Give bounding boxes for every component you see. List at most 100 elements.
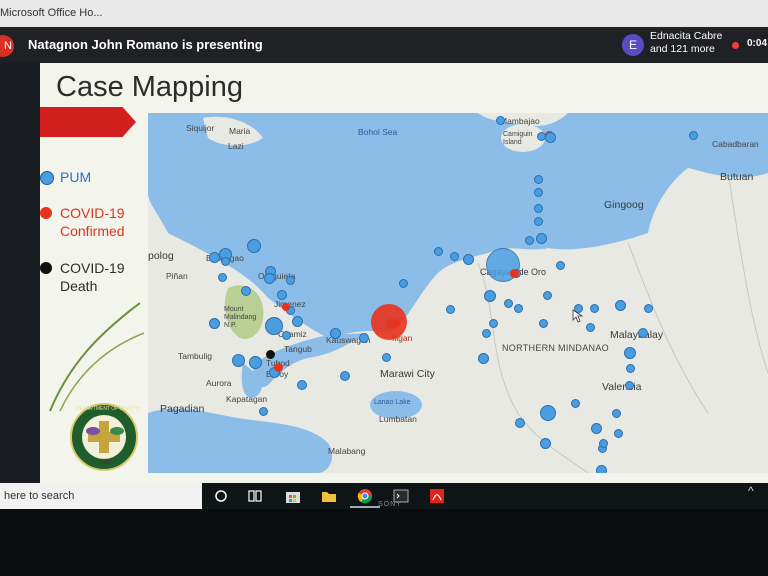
pum-case-marker[interactable] [398,278,408,288]
pum-case-marker[interactable] [208,251,220,263]
pum-case-marker[interactable] [539,437,551,449]
pum-case-marker[interactable] [495,115,505,125]
pum-case-marker[interactable] [277,290,287,300]
pum-case-marker[interactable] [590,422,602,434]
map-label: Lumbatan [379,414,417,424]
pum-case-marker[interactable] [624,347,636,359]
pum-case-marker[interactable] [258,406,268,416]
chrome-icon[interactable] [356,487,374,505]
map-label: Malabang [328,446,366,456]
pum-case-marker[interactable] [484,290,496,302]
map-label: Bohol Sea [358,127,398,137]
pum-case-marker[interactable] [598,438,608,448]
map-label: polog [148,250,174,262]
pum-case-marker[interactable] [611,408,621,418]
pum-case-marker[interactable] [544,131,556,143]
pum-case-marker[interactable] [542,290,552,300]
pum-case-marker[interactable] [533,187,543,197]
pum-case-marker[interactable] [533,216,543,226]
pum-case-marker[interactable] [381,352,391,362]
seal-text-year: 1898 [98,460,112,466]
pum-case-marker[interactable] [589,303,599,313]
pum-case-marker[interactable] [535,232,547,244]
pum-case-marker[interactable] [515,418,525,428]
presenter-avatar: N [0,35,14,57]
participant-name: Ednacita Cabre [650,30,723,42]
pum-case-marker[interactable] [241,286,251,296]
pum-case-marker[interactable] [613,428,623,438]
pum-case-marker[interactable] [329,327,341,339]
map-label: Kapatagan [226,394,268,404]
confirmed-case-marker[interactable] [371,304,407,340]
confirmed-case-marker[interactable] [509,268,519,278]
pum-case-marker[interactable] [570,398,580,408]
confirmed-legend-dot-icon [40,207,52,219]
task-view-icon[interactable] [246,487,264,505]
acrobat-icon[interactable] [428,487,446,505]
pum-case-marker[interactable] [281,330,291,340]
pum-case-marker[interactable] [445,304,455,314]
pum-case-marker[interactable] [524,235,534,245]
pum-case-marker[interactable] [585,322,595,332]
system-tray-chevron-up-icon[interactable]: ^ [748,484,754,498]
confirmed-case-marker[interactable] [273,362,283,372]
participant-summary[interactable]: Ednacita Cabre and 121 more [650,30,722,56]
confirmed-case-marker[interactable] [390,318,400,328]
pum-case-marker[interactable] [503,298,513,308]
pum-case-marker[interactable] [540,405,556,421]
pum-case-marker[interactable] [265,317,283,335]
pum-case-marker[interactable] [220,256,230,266]
pum-case-marker[interactable] [340,371,350,381]
pum-case-marker[interactable] [248,355,262,369]
pum-case-marker[interactable] [477,352,489,364]
pum-case-marker[interactable] [614,299,626,311]
pum-case-marker[interactable] [595,464,607,473]
seal-text-top: DEPARTMENT OF HEALTH [76,406,139,412]
pum-case-marker[interactable] [624,380,634,390]
pum-case-marker[interactable] [625,363,635,373]
pum-case-marker[interactable] [217,272,227,282]
start-icon[interactable] [212,487,230,505]
taskbar-search-placeholder: here to search [4,490,75,502]
pum-case-marker[interactable] [513,303,523,313]
pum-case-marker[interactable] [488,318,498,328]
pum-case-marker[interactable] [449,251,459,261]
store-icon[interactable] [284,487,302,505]
pum-case-marker[interactable] [555,260,565,270]
death-case-marker[interactable] [265,349,275,359]
browser-tab-title[interactable]: Microsoft Office Ho... [0,7,103,19]
department-of-health-seal: DEPARTMENT OF HEALTH 1898 [70,403,139,471]
case-map[interactable]: Siquijor Maria Lazi Bohol Sea Mambajao C… [148,113,768,473]
map-label: Maria [229,126,251,136]
pum-case-marker[interactable] [285,275,295,285]
pum-case-marker[interactable] [208,317,220,329]
monitor-bezel [0,509,768,576]
legend-label-confirmed: COVID-19 Confirmed [60,205,125,239]
vine-decoration [49,302,145,412]
confirmed-case-marker[interactable] [282,303,290,311]
map-label: Tambulig [178,351,213,361]
legend-label-death: COVID-19 Death [60,260,125,294]
pum-case-marker[interactable] [462,253,474,265]
taskbar-search-box[interactable]: here to search [0,483,202,509]
map-label: Mount Malindang N.P. [224,306,257,329]
pum-case-marker[interactable] [533,203,543,213]
pum-case-marker[interactable] [481,328,491,338]
participant-avatar[interactable]: E [622,34,644,56]
pum-case-marker[interactable] [247,239,261,253]
map-label: Tangub [284,344,312,354]
pum-case-marker[interactable] [643,303,653,313]
pum-case-marker[interactable] [359,333,369,343]
pum-case-marker[interactable] [538,318,548,328]
pum-case-marker[interactable] [533,174,543,184]
pum-case-marker[interactable] [263,272,275,284]
map-label: Mambajao [500,116,540,126]
browser-tab-strip: Microsoft Office Ho... [0,0,768,27]
pum-case-marker[interactable] [297,380,307,390]
pum-case-marker[interactable] [231,353,245,367]
pum-case-marker[interactable] [291,315,303,327]
pum-case-marker[interactable] [638,328,648,338]
file-explorer-icon[interactable] [320,487,338,505]
pum-case-marker[interactable] [688,130,698,140]
pum-case-marker[interactable] [433,246,443,256]
